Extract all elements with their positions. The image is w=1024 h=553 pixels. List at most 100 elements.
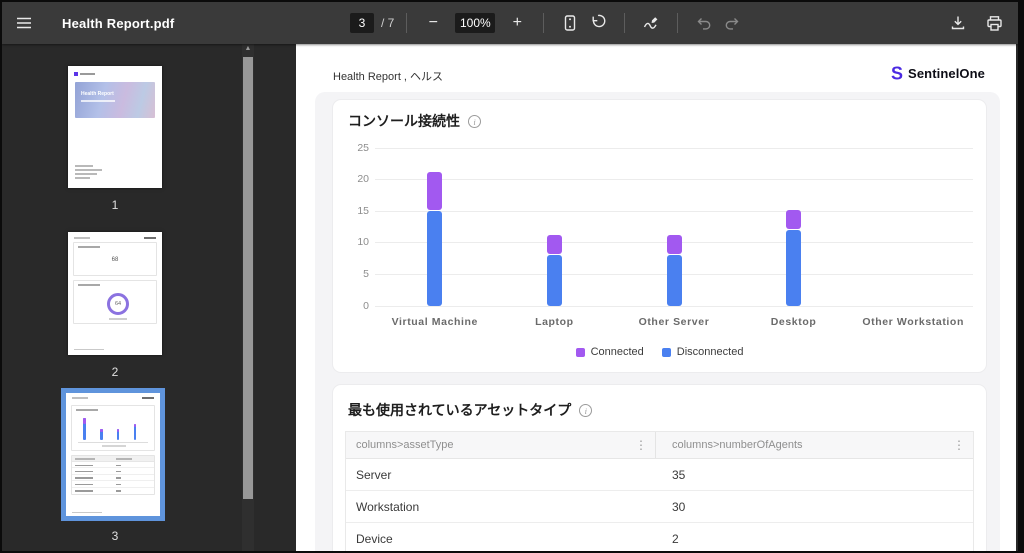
document-area: Health Report , ヘルス S SentinelOne コンソール接… (296, 44, 1018, 551)
scrollbar-up-arrow-icon[interactable]: ▲ (242, 45, 254, 52)
y-axis-tick-label: 25 (337, 142, 369, 154)
sidebar-scrollbar[interactable]: ▲ (242, 44, 254, 551)
asset-table-header-cell: columns>assetType⋮ (346, 432, 656, 458)
console-connectivity-card: コンソール接続性 i 0510152025 Virtual MachineLap… (333, 100, 986, 372)
table-row: Workstation30 (346, 491, 973, 523)
chart-category-labels: Virtual MachineLaptopOther ServerDesktop… (375, 316, 973, 328)
legend-label: Connected (591, 346, 644, 358)
asset-card-title: 最も使用されているアセットタイプ (348, 400, 571, 420)
thumbnail-label-2: 2 (68, 365, 162, 379)
bar-stack-laptop (547, 148, 562, 306)
sentinelone-logo-icon: S (891, 64, 903, 83)
fit-to-page-icon[interactable] (556, 9, 584, 37)
table-cell: Server (346, 459, 656, 490)
print-icon[interactable] (980, 9, 1008, 37)
mini-donut-chart: 64 (107, 293, 129, 315)
bar-stack-desktop (786, 148, 801, 306)
table-row: Server35 (346, 459, 973, 491)
connectivity-card-title: コンソール接続性 (348, 111, 460, 131)
legend-swatch-icon (576, 348, 585, 357)
mini-bar-cap (134, 424, 137, 427)
brand-logo: S SentinelOne (891, 64, 985, 82)
thumbnail-label-3: 3 (68, 529, 162, 543)
mini-cover-title: Health Report (81, 91, 114, 97)
thumbnail-page-3 (66, 393, 160, 516)
asset-table-header-row: columns>assetType⋮columns>numberOfAgents… (346, 432, 973, 459)
bar-stack-other-workstation (906, 148, 921, 306)
brand-name: SentinelOne (908, 66, 985, 81)
mini-cover-banner: Health Report (75, 82, 155, 118)
bar-stack-other-server (667, 148, 682, 306)
zoom-out-button[interactable]: − (419, 9, 447, 37)
mini-stat-card: 68 (73, 242, 157, 276)
main-area: Health Report 1 68 64 (2, 44, 1018, 551)
thumbnail-label-1: 1 (68, 198, 162, 212)
zoom-in-button[interactable]: + (503, 9, 531, 37)
table-cell: 30 (656, 491, 973, 522)
bar-stack-virtual-machine (427, 148, 442, 306)
legend-label: Disconnected (677, 346, 744, 358)
y-axis-tick-label: 10 (337, 236, 369, 248)
asset-table-header-cell: columns>numberOfAgents⋮ (656, 432, 973, 458)
info-icon: i (468, 115, 481, 128)
mini-table-card (71, 455, 155, 495)
bar-segment-connected (547, 235, 562, 254)
page-total-label: / 7 (381, 16, 394, 30)
chart-legend: Connected Disconnected (333, 346, 986, 358)
pdf-page-3: Health Report , ヘルス S SentinelOne コンソール接… (296, 44, 1016, 551)
asset-type-card: 最も使用されているアセットタイプ i columns>assetType⋮col… (333, 385, 986, 551)
toolbar-separator (624, 13, 625, 33)
page-number-input[interactable]: 3 (350, 13, 374, 33)
x-axis-category-label: Desktop (734, 316, 854, 328)
legend-item-disconnected: Disconnected (662, 346, 744, 358)
table-cell: Device (346, 523, 656, 551)
mini-bar-cap (83, 418, 86, 424)
sidebar-scrollbar-thumb[interactable] (243, 57, 253, 499)
bar-segment-connected (427, 172, 442, 210)
mini-bar (117, 429, 120, 440)
bar-segment-disconnected (427, 211, 442, 306)
column-header-label: columns>numberOfAgents (672, 439, 803, 451)
legend-swatch-icon (662, 348, 671, 357)
zoom-level-input[interactable]: 100% (455, 13, 495, 33)
info-icon: i (579, 404, 592, 417)
bar-segment-disconnected (547, 255, 562, 306)
asset-table-body: Server35Workstation30Device2 (346, 459, 973, 551)
thumbnail-page-3-selected[interactable] (61, 388, 165, 521)
report-header-title: Health Report , ヘルス (333, 68, 443, 84)
thumbnail-page-1[interactable]: Health Report (68, 66, 162, 188)
download-icon[interactable] (944, 9, 972, 37)
mini-bar (83, 418, 86, 440)
mini-bar-chart (76, 414, 150, 440)
mini-bar-cap (117, 429, 120, 432)
x-axis-category-label: Other Server (614, 316, 734, 328)
rotate-icon[interactable] (584, 9, 612, 37)
draw-ink-icon[interactable] (637, 9, 665, 37)
table-cell: 2 (656, 523, 973, 551)
thumbnail-sidebar: Health Report 1 68 64 (2, 44, 296, 551)
bar-segment-disconnected (786, 230, 801, 306)
toolbar-left: Health Report.pdf (2, 9, 174, 37)
asset-table: columns>assetType⋮columns>numberOfAgents… (345, 431, 974, 551)
mini-bar-cap (100, 429, 103, 432)
mini-cover-meta (75, 165, 102, 181)
undo-icon[interactable] (690, 9, 718, 37)
legend-item-connected: Connected (576, 346, 644, 358)
redo-icon[interactable] (718, 9, 746, 37)
table-cell: 35 (656, 459, 973, 490)
bar-segment-disconnected (667, 255, 682, 306)
thumbnail-page-2[interactable]: 68 64 (68, 232, 162, 355)
table-row: Device2 (346, 523, 973, 551)
menu-icon[interactable] (10, 9, 38, 37)
toolbar-separator (543, 13, 544, 33)
column-menu-kebab-icon: ⋮ (635, 439, 647, 451)
document-title: Health Report.pdf (62, 16, 174, 31)
x-axis-category-label: Other Workstation (853, 316, 973, 328)
toolbar-right (944, 9, 1018, 37)
x-axis-category-label: Laptop (495, 316, 615, 328)
toolbar-separator (406, 13, 407, 33)
bar-segment-connected (786, 210, 801, 229)
mini-logo (74, 72, 95, 76)
x-axis-category-label: Virtual Machine (375, 316, 495, 328)
y-axis-tick-label: 0 (337, 300, 369, 312)
